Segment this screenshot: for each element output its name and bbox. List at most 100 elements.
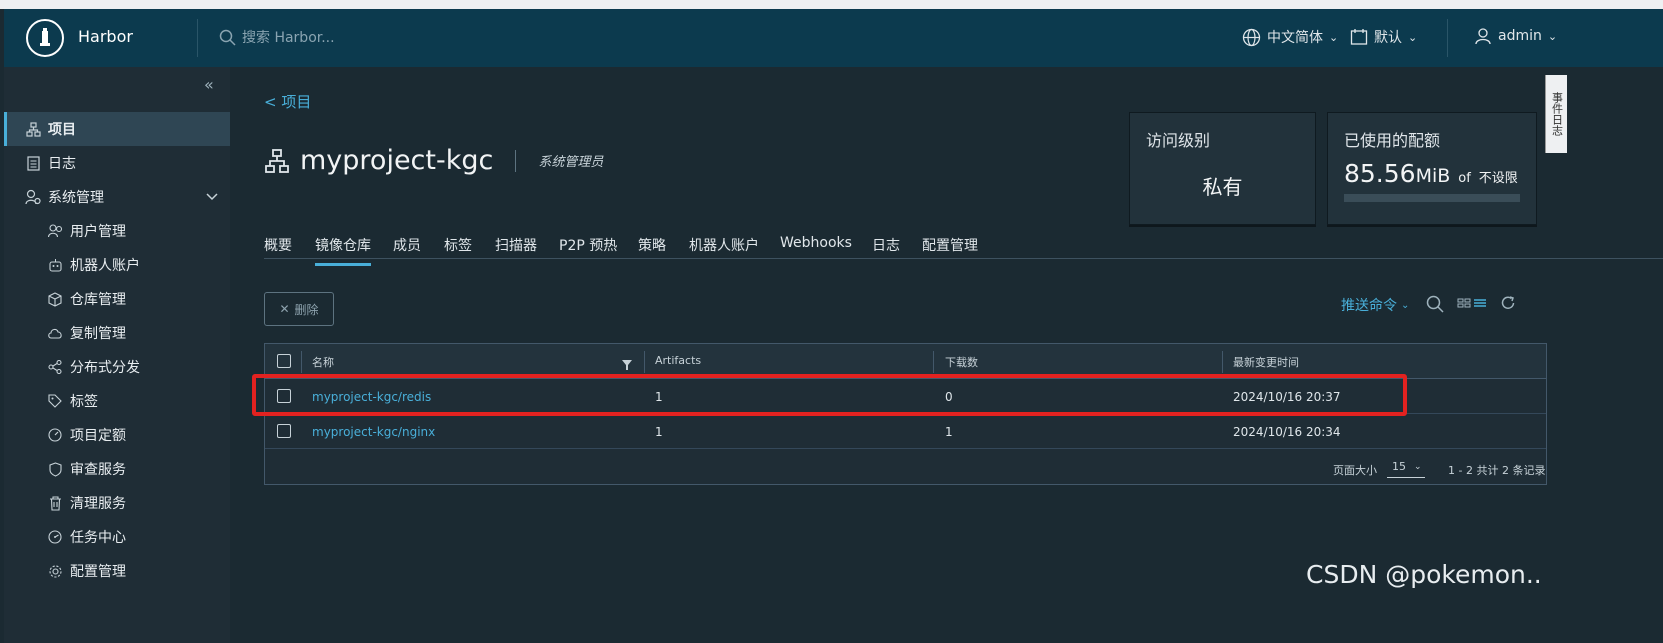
page-size-label: 页面大小: [1333, 464, 1377, 477]
table-row[interactable]: myproject-kgc/nginx 1 1 2024/10/16 20:34: [265, 414, 1546, 449]
push-command-label: 推送命令: [1341, 298, 1397, 314]
quota-value: 85.56: [1344, 159, 1416, 188]
project-icon: [264, 148, 290, 174]
sidebar-item-label: 任务中心: [70, 530, 126, 546]
sidebar-item-administration[interactable]: 系统管理: [4, 180, 230, 214]
sidebar-item-projects[interactable]: 项目: [4, 112, 230, 146]
chevron-down-icon: ⌄: [1547, 29, 1558, 43]
sidebar-item-job-service[interactable]: 任务中心: [4, 520, 230, 554]
quota-card: 已使用的配额 85.56MiB of 不设限: [1327, 112, 1537, 225]
sidebar-item-configuration[interactable]: 配置管理: [4, 554, 230, 588]
sidebar-item-clean-up[interactable]: 清理服务: [4, 486, 230, 520]
sidebar-item-label: 复制管理: [70, 326, 126, 342]
delete-button[interactable]: ✕ 删除: [264, 292, 334, 326]
card-view-icon[interactable]: [1457, 295, 1471, 314]
sidebar-item-users[interactable]: 用户管理: [4, 214, 230, 248]
main-content: < 项目 myproject-kgc 系统管理员 访问级别 私有 已使用的配额 …: [230, 67, 1663, 643]
page-size-select[interactable]: 15 ⌄: [1387, 456, 1425, 478]
column-header-artifacts[interactable]: Artifacts: [655, 354, 701, 367]
search-icon[interactable]: [1426, 295, 1444, 317]
chevron-down-icon: ⌄: [1329, 30, 1339, 44]
globe-icon: [1242, 28, 1261, 46]
tab-robot-accounts[interactable]: 机器人账户: [689, 235, 759, 263]
tab-scanner[interactable]: 扫描器: [495, 235, 537, 263]
shield-icon: [46, 460, 64, 478]
sidebar-item-label: 分布式分发: [70, 360, 140, 376]
top-header: Harbor 搜索 Harbor... 中文简体 ⌄ 默认 ⌄ admin ⌄: [4, 9, 1663, 67]
sidebar-item-logs[interactable]: 日志: [4, 146, 230, 180]
tab-labels[interactable]: 标签: [444, 235, 472, 263]
push-command-dropdown[interactable]: 推送命令 ⌄: [1341, 295, 1409, 315]
tab-p2p-preheat[interactable]: P2P 预热: [559, 235, 617, 263]
sidebar-item-label: 仓库管理: [70, 292, 126, 308]
column-header-pulls[interactable]: 下载数: [945, 354, 978, 370]
quota-usage: 85.56MiB of 不设限: [1344, 159, 1518, 188]
page-size-value: 15: [1392, 460, 1406, 473]
sidebar-item-replications[interactable]: 复制管理: [4, 316, 230, 350]
tab-webhooks[interactable]: Webhooks: [780, 235, 852, 259]
project-icon: [24, 120, 42, 138]
username: admin: [1498, 28, 1542, 44]
column-separator: [301, 351, 302, 373]
event-log-side-tab[interactable]: 事件日志: [1545, 75, 1567, 153]
collapse-sidebar-icon[interactable]: «: [204, 75, 214, 94]
column-header-name[interactable]: 名称: [312, 354, 334, 370]
harbor-logo-icon[interactable]: [26, 19, 64, 57]
gear-icon: [46, 562, 64, 580]
search-icon: [219, 29, 236, 46]
column-separator: [933, 351, 934, 373]
repository-name-link[interactable]: myproject-kgc/nginx: [312, 425, 435, 439]
select-all-checkbox[interactable]: [277, 354, 291, 368]
global-search[interactable]: 搜索 Harbor...: [219, 27, 335, 47]
title-divider: [515, 149, 517, 172]
theme-label: 默认: [1374, 30, 1402, 46]
role-label: 系统管理员: [538, 155, 604, 170]
sidebar-item-interrogation-services[interactable]: 审查服务: [4, 452, 230, 486]
last-modified-time: 2024/10/16 20:34: [1233, 425, 1341, 439]
quota-progress-bar: [1344, 194, 1520, 202]
tab-repositories[interactable]: 镜像仓库: [315, 235, 371, 266]
row-checkbox[interactable]: [277, 424, 291, 438]
column-separator: [1222, 351, 1223, 373]
brand-name[interactable]: Harbor: [78, 27, 133, 46]
log-icon: [24, 154, 42, 172]
tab-members[interactable]: 成员: [393, 235, 421, 263]
trash-icon: [46, 494, 64, 512]
project-header: myproject-kgc 系统管理员: [264, 145, 603, 176]
sidebar-item-labels[interactable]: 标签: [4, 384, 230, 418]
robot-icon: [46, 256, 64, 274]
filter-icon[interactable]: [622, 355, 632, 374]
theme-selector[interactable]: 默认 ⌄: [1350, 27, 1417, 47]
column-separator: [644, 351, 645, 373]
back-to-projects-link[interactable]: < 项目: [264, 91, 311, 112]
list-view-icon[interactable]: [1473, 295, 1487, 314]
sidebar-item-label: 机器人账户: [70, 258, 140, 274]
language-selector[interactable]: 中文简体 ⌄: [1242, 27, 1338, 47]
tab-summary[interactable]: 概要: [264, 235, 292, 263]
sidebar: « 项目 日志 系统管理 用户管理 机器人账户 仓库管理 复制管理 分布式分发 …: [4, 67, 230, 643]
sidebar-item-registries[interactable]: 仓库管理: [4, 282, 230, 316]
refresh-icon[interactable]: [1500, 295, 1516, 315]
column-header-last-modified[interactable]: 最新变更时间: [1233, 354, 1299, 370]
sidebar-item-project-quotas[interactable]: 项目定额: [4, 418, 230, 452]
access-level-card: 访问级别 私有: [1129, 112, 1316, 225]
chevron-down-icon: ⌄: [1408, 30, 1418, 44]
tab-logs[interactable]: 日志: [872, 235, 900, 263]
sidebar-item-distributions[interactable]: 分布式分发: [4, 350, 230, 384]
header-divider: [197, 19, 198, 57]
page-title: myproject-kgc: [300, 145, 494, 176]
highlight-box: [252, 374, 1407, 416]
user-menu[interactable]: admin ⌄: [1474, 27, 1557, 45]
sidebar-item-robot-accounts[interactable]: 机器人账户: [4, 248, 230, 282]
table-footer: 页面大小 15 ⌄ 1 - 2 共计 2 条记录: [265, 450, 1546, 485]
admin-icon: [24, 188, 42, 206]
delete-label: 删除: [294, 302, 319, 317]
tab-configuration[interactable]: 配置管理: [922, 235, 978, 263]
pull-count: 1: [945, 425, 953, 439]
access-level-value: 私有: [1202, 175, 1243, 199]
project-tabs: 概要 镜像仓库 成员 标签 扫描器 P2P 预热 策略 机器人账户 Webhoo…: [264, 227, 1663, 266]
search-input[interactable]: 搜索 Harbor...: [242, 27, 335, 47]
sidebar-item-label: 项目定额: [70, 428, 126, 444]
tab-policy[interactable]: 策略: [638, 235, 666, 263]
sidebar-item-label: 系统管理: [48, 190, 104, 206]
